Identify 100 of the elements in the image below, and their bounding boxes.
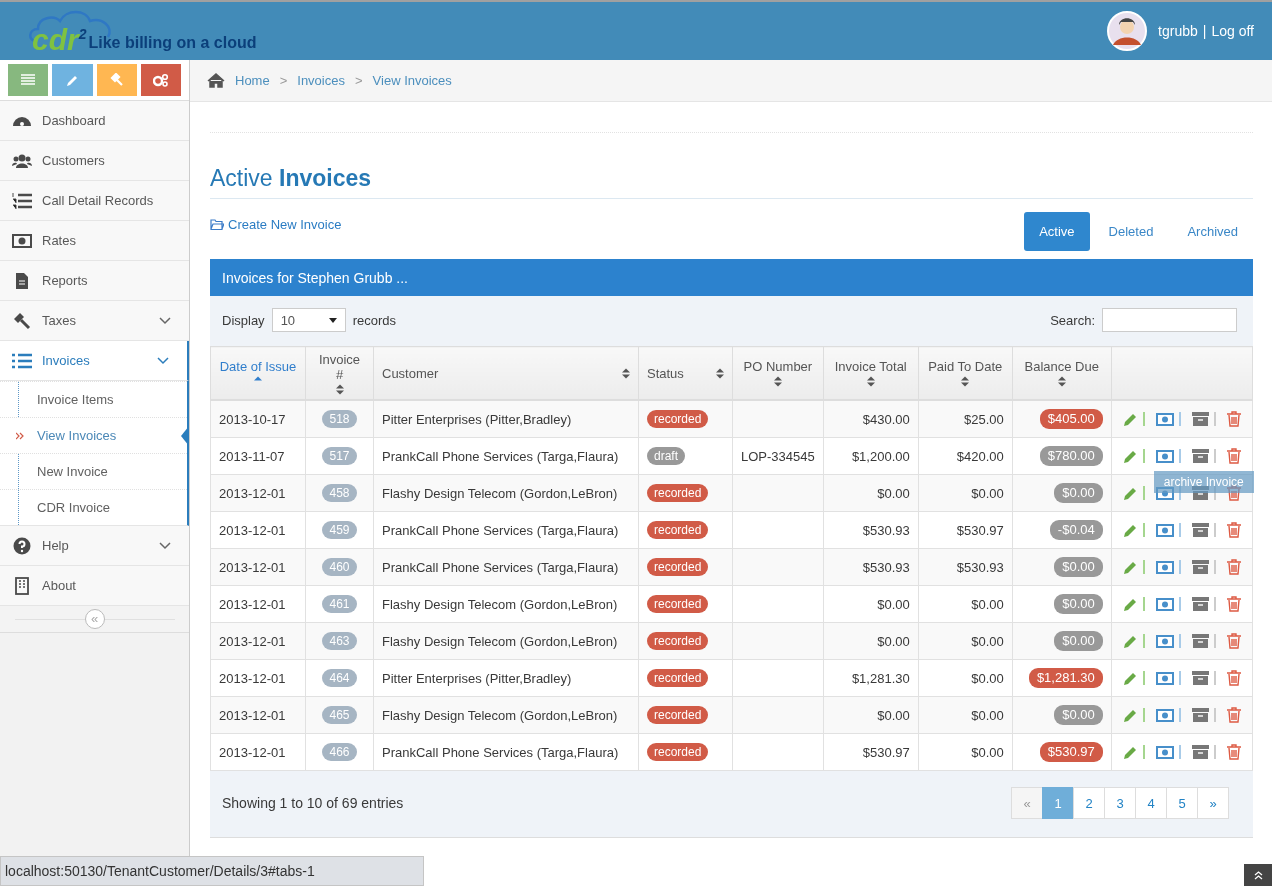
trash-icon[interactable] <box>1226 596 1241 612</box>
submenu-item[interactable]: New Invoice <box>0 453 187 489</box>
table-cell: 2013-12-01 <box>210 733 306 771</box>
trash-icon[interactable] <box>1226 522 1241 538</box>
edit-icon[interactable] <box>1122 448 1138 464</box>
table-cell: $0.00 <box>918 585 1013 623</box>
table-cell: $1,200.00 <box>823 437 919 475</box>
column-header[interactable]: Status <box>638 346 733 400</box>
page-button[interactable]: 4 <box>1135 787 1167 819</box>
trash-icon[interactable] <box>1226 448 1241 464</box>
sidebar-item[interactable]: Taxes <box>0 301 189 341</box>
column-header[interactable]: Customer <box>373 346 639 400</box>
archive-icon[interactable] <box>1191 412 1209 426</box>
page-button[interactable]: 1 <box>1042 787 1074 819</box>
panel-title: Invoices for Stephen Grubb ... <box>222 269 408 286</box>
folder-icon <box>210 219 224 230</box>
tab[interactable]: Archived <box>1172 212 1253 251</box>
archive-icon[interactable] <box>1191 634 1209 648</box>
submenu-item[interactable]: CDR Invoice <box>0 489 187 525</box>
edit-icon[interactable] <box>1122 485 1138 501</box>
trash-icon[interactable] <box>1226 411 1241 427</box>
sidebar-item[interactable]: Invoices <box>0 341 189 381</box>
table-cell: $1,281.30 <box>823 659 919 697</box>
page-button[interactable]: 2 <box>1073 787 1105 819</box>
edit-icon[interactable] <box>1122 559 1138 575</box>
column-header[interactable]: Date of Issue <box>210 346 306 400</box>
edit-icon[interactable] <box>1122 670 1138 686</box>
money-icon[interactable] <box>1155 708 1174 722</box>
breadcrumb-link[interactable]: View Invoices <box>372 73 452 88</box>
page-size-select[interactable]: 10 <box>271 308 346 332</box>
edit-icon[interactable] <box>1122 744 1138 760</box>
double-chevron-icon <box>16 431 24 440</box>
archive-icon[interactable] <box>1191 449 1209 463</box>
logoff-link[interactable]: Log off <box>1211 23 1254 39</box>
shortcut-button[interactable] <box>8 64 49 96</box>
scroll-top-button[interactable] <box>1244 864 1272 886</box>
table-cell: Flashy Design Telecom (Gordon,LeBron) <box>373 585 639 623</box>
column-header[interactable]: PO Number <box>732 346 824 400</box>
edit-icon[interactable] <box>1122 596 1138 612</box>
tab[interactable]: Deleted <box>1093 212 1169 251</box>
entries-info: Showing 1 to 10 of 69 entries <box>222 795 404 811</box>
edit-icon[interactable] <box>1122 707 1138 723</box>
money-icon[interactable] <box>1155 560 1174 574</box>
table-cell: LOP-334545 <box>732 437 824 475</box>
tab[interactable]: Active <box>1024 212 1090 251</box>
search-field[interactable] <box>1102 308 1237 332</box>
page-button[interactable]: » <box>1197 787 1229 819</box>
table-cell: $530.97 <box>918 511 1013 549</box>
edit-icon[interactable] <box>1122 633 1138 649</box>
trash-icon[interactable] <box>1226 744 1241 760</box>
column-header[interactable]: Invoice # <box>305 346 374 400</box>
table-cell: $0.00 <box>918 733 1013 771</box>
money-icon[interactable] <box>1155 449 1174 463</box>
archive-icon[interactable] <box>1191 671 1209 685</box>
trash-icon[interactable] <box>1226 670 1241 686</box>
balance-badge: $0.00 <box>1054 594 1103 614</box>
table-cell: $0.00 <box>823 474 919 512</box>
archive-icon[interactable] <box>1191 597 1209 611</box>
money-icon[interactable] <box>1155 523 1174 537</box>
trash-icon[interactable] <box>1226 633 1241 649</box>
archive-icon[interactable] <box>1191 560 1209 574</box>
sort-icon <box>961 376 970 387</box>
sidebar-item[interactable]: Reports <box>0 261 189 301</box>
list-icon <box>12 351 32 370</box>
column-header[interactable]: Balance Due <box>1012 346 1112 400</box>
sidebar-item[interactable]: Rates <box>0 221 189 261</box>
table-cell: Flashy Design Telecom (Gordon,LeBron) <box>373 474 639 512</box>
edit-icon[interactable] <box>1122 522 1138 538</box>
page-button[interactable]: 5 <box>1166 787 1198 819</box>
breadcrumb-link[interactable]: Invoices <box>297 73 345 88</box>
sort-icon <box>773 376 782 387</box>
column-header[interactable]: Invoice Total <box>823 346 919 400</box>
money-icon[interactable] <box>1155 634 1174 648</box>
submenu-item[interactable]: View Invoices <box>0 417 187 453</box>
archive-icon[interactable] <box>1191 745 1209 759</box>
column-header[interactable]: Paid To Date <box>918 346 1013 400</box>
collapse-button[interactable]: « <box>84 609 105 629</box>
money-icon[interactable] <box>1155 671 1174 685</box>
money-icon[interactable] <box>1155 597 1174 611</box>
sidebar-item[interactable]: About <box>0 566 189 606</box>
money-icon[interactable] <box>1155 745 1174 759</box>
submenu-item[interactable]: Invoice Items <box>0 381 187 417</box>
edit-icon[interactable] <box>1122 411 1138 427</box>
breadcrumb-link[interactable]: Home <box>235 73 270 88</box>
page-button[interactable]: 3 <box>1104 787 1136 819</box>
trash-icon[interactable] <box>1226 707 1241 723</box>
shortcut-button[interactable] <box>140 64 181 96</box>
avatar-icon[interactable] <box>1107 11 1148 51</box>
money-icon[interactable] <box>1155 412 1174 426</box>
sidebar-item[interactable]: Customers <box>0 141 189 181</box>
trash-icon[interactable] <box>1226 559 1241 575</box>
sidebar-item[interactable]: Call Detail Records <box>0 181 189 221</box>
archive-icon[interactable] <box>1191 708 1209 722</box>
sidebar-item[interactable]: Dashboard <box>0 101 189 141</box>
invoice-number-badge: 517 <box>322 447 357 465</box>
username: tgrubb <box>1158 23 1198 39</box>
logo[interactable]: cdr$^{2}$ <box>32 19 87 55</box>
archive-icon[interactable] <box>1191 523 1209 537</box>
sidebar-item[interactable]: Help <box>0 526 189 566</box>
create-invoice-link[interactable]: Create New Invoice <box>210 217 342 232</box>
